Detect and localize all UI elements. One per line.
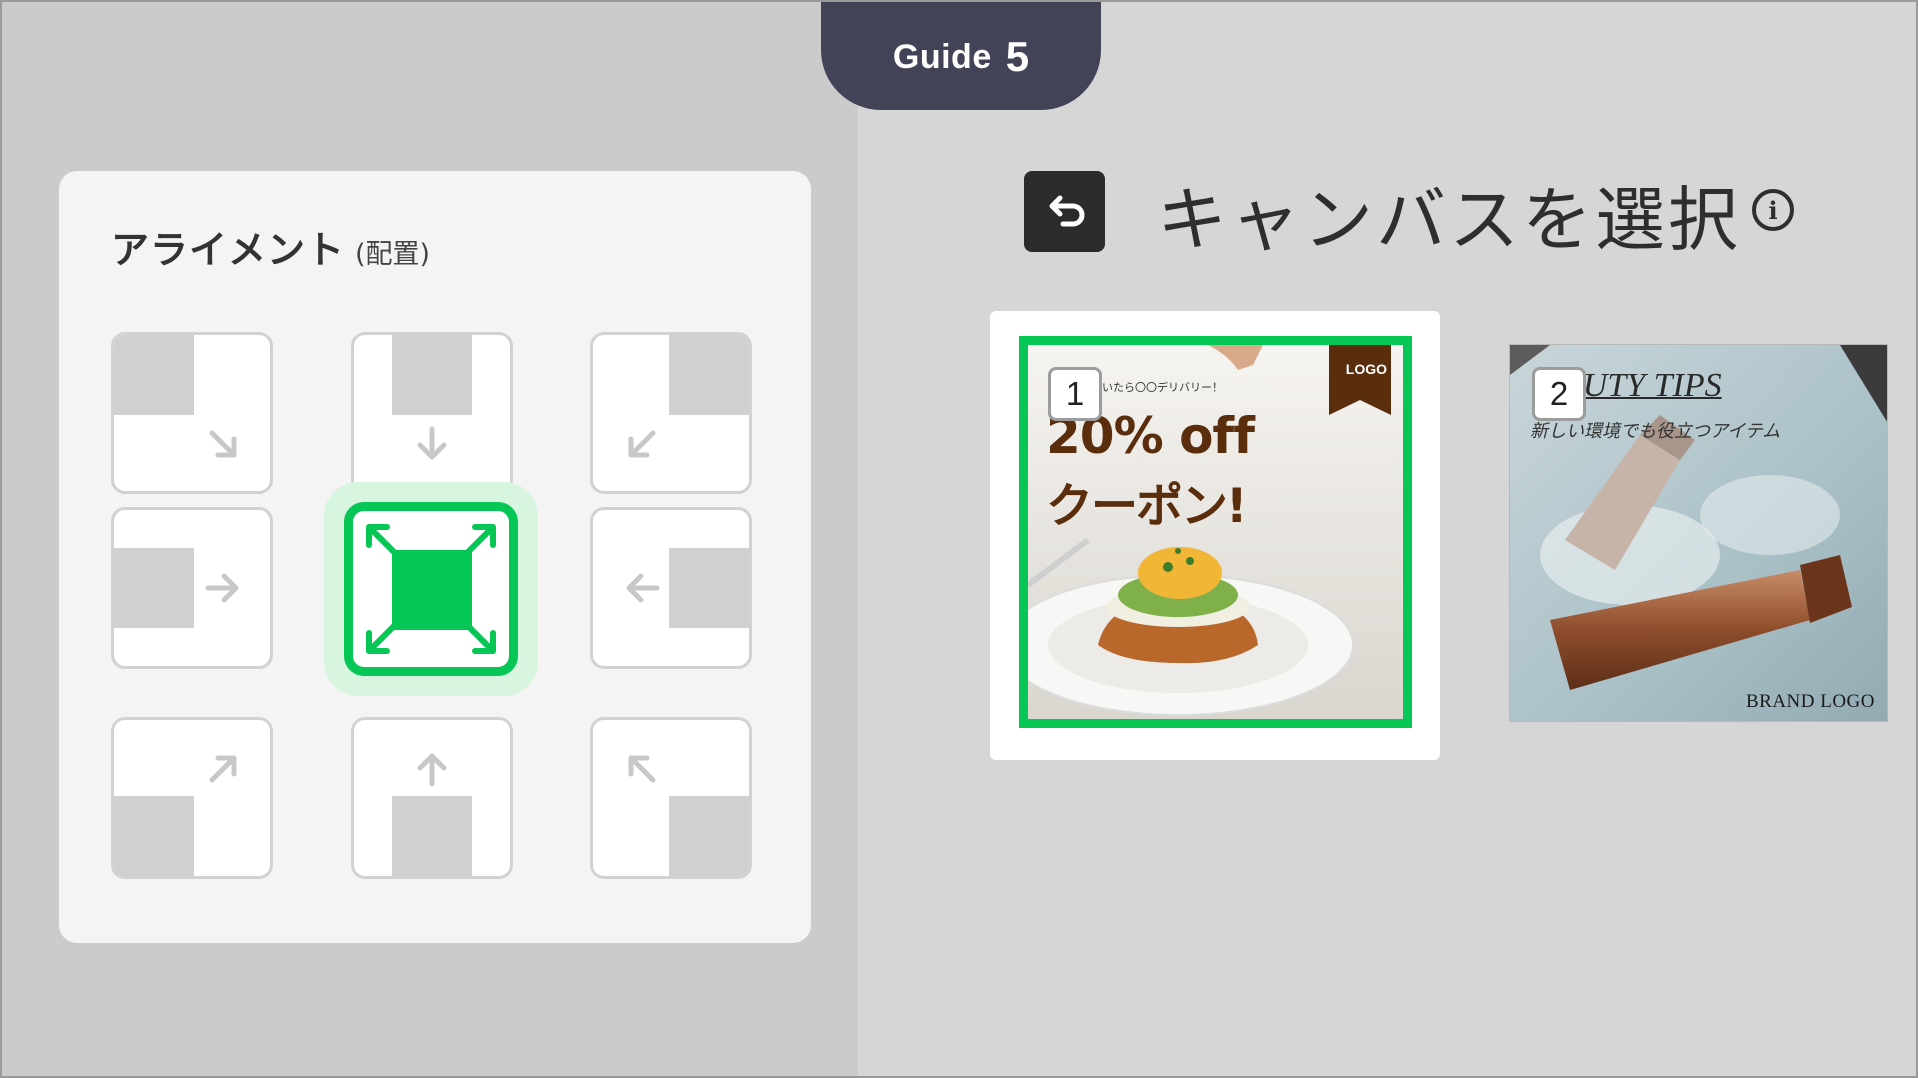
canvas-thumbnail-1[interactable]: LOGO いたら〇〇デリバリー！ 20% off クーポン! 1: [1019, 336, 1412, 728]
arrow-down-right-icon: [209, 430, 237, 458]
guide-step-tab: Guide 5: [821, 2, 1101, 110]
alignment-block: [114, 335, 194, 415]
align-bottom-right-button[interactable]: [590, 717, 752, 879]
alignment-block: [392, 335, 472, 415]
alignment-title: アライメント: [111, 228, 346, 272]
page-title: キャンバスを選択: [1157, 179, 1741, 261]
info-icon[interactable]: i: [1752, 189, 1794, 231]
align-top-center-button[interactable]: [351, 332, 513, 494]
canvas-thumbnail-2[interactable]: AUTY TIPS 新しい環境でも役立つアイテム BRAND LOGO 2: [1509, 344, 1888, 722]
guide-step-number: 5: [1005, 33, 1030, 80]
canvas1-headline-2: クーポン!: [1046, 479, 1247, 534]
canvas-number-badge: 2: [1532, 367, 1586, 421]
arrow-right-icon: [205, 573, 239, 603]
alignment-block: [114, 796, 194, 876]
alignment-block: [392, 796, 472, 876]
canvas-number-badge: 1: [1048, 367, 1102, 421]
arrow-left-icon: [626, 573, 660, 603]
align-top-right-button[interactable]: [590, 332, 752, 494]
expand-icon: [366, 524, 496, 654]
align-fill-selected: [344, 502, 518, 676]
undo-icon: [1049, 195, 1084, 226]
align-bottom-center-button[interactable]: [351, 717, 513, 879]
back-button[interactable]: [1024, 171, 1105, 252]
alignment-block: [669, 335, 749, 415]
align-middle-right-button[interactable]: [590, 507, 752, 669]
arrow-up-left-icon: [628, 755, 656, 783]
alignment-block: [669, 548, 749, 628]
alignment-subtitle: (配置): [355, 239, 431, 270]
alignment-block: [114, 548, 194, 628]
align-top-left-button[interactable]: [111, 332, 273, 494]
align-bottom-left-button[interactable]: [111, 717, 273, 879]
canvas1-small-text: いたら〇〇デリバリー！: [1102, 381, 1223, 394]
arrow-down-left-icon: [628, 430, 656, 458]
align-middle-left-button[interactable]: [111, 507, 273, 669]
canvas1-logo-text: LOGO: [1345, 361, 1387, 377]
arrow-up-right-icon: [209, 755, 237, 783]
guide-screen: Guide 5 アライメント (配置) キャンバスを選択 i LOGO いたら〇…: [0, 0, 1918, 1078]
canvas2-brand: BRAND LOGO: [1745, 691, 1875, 712]
align-fill-button[interactable]: [324, 482, 538, 696]
logo-ribbon: [1329, 345, 1391, 415]
alignment-block: [669, 796, 749, 876]
alignment-panel-title: アライメント (配置): [111, 219, 430, 274]
alignment-panel: アライメント (配置): [59, 171, 811, 943]
guide-label: Guide: [892, 37, 992, 76]
arrow-down-icon: [417, 426, 447, 460]
arrow-up-icon: [417, 753, 447, 787]
